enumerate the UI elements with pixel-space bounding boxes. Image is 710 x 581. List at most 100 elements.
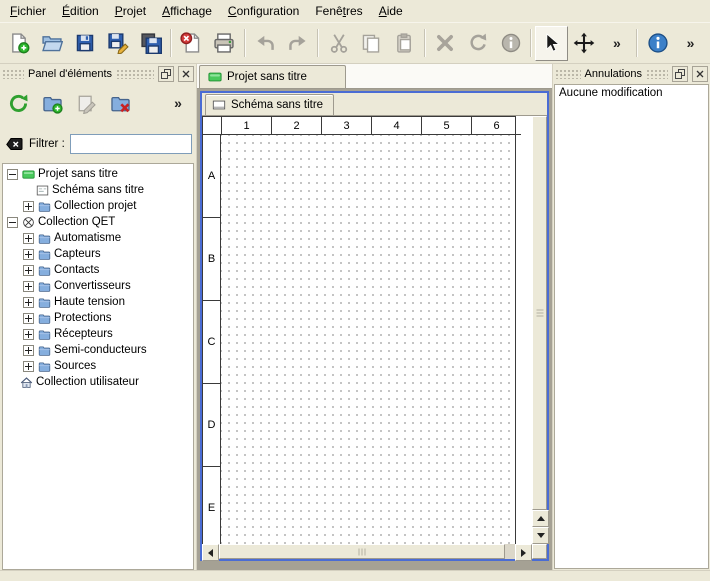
expand-icon[interactable] bbox=[23, 233, 34, 244]
reload-collections-button[interactable] bbox=[4, 89, 32, 117]
tree-item-label: Contacts bbox=[54, 264, 99, 276]
new-element-button[interactable] bbox=[38, 89, 66, 117]
expand-icon[interactable] bbox=[23, 249, 34, 260]
menu-configuration[interactable]: Configuration bbox=[220, 0, 307, 22]
redo-button[interactable] bbox=[281, 26, 314, 61]
float-panel-button[interactable] bbox=[158, 66, 174, 82]
close-panel-button[interactable] bbox=[178, 66, 194, 82]
scroll-left-button[interactable] bbox=[202, 544, 219, 561]
tree-item-contacts[interactable]: Contacts bbox=[3, 262, 193, 278]
menu-fenetres[interactable]: Fenêtres bbox=[307, 0, 370, 22]
diagram-canvas[interactable]: 1 2 3 4 5 6 A B C bbox=[202, 116, 532, 544]
dock-grip[interactable] bbox=[646, 69, 668, 79]
expand-icon[interactable] bbox=[23, 313, 34, 324]
tree-item-label: Automatisme bbox=[54, 232, 121, 244]
folder-icon bbox=[37, 231, 51, 245]
paste-button[interactable] bbox=[388, 26, 421, 61]
tree-item-automatisme[interactable]: Automatisme bbox=[3, 230, 193, 246]
delete-selection-button[interactable] bbox=[429, 26, 462, 61]
save-all-icon bbox=[140, 32, 162, 54]
toolbar-overflow-button[interactable]: » bbox=[601, 26, 634, 61]
tree-item-protections[interactable]: Protections bbox=[3, 310, 193, 326]
expand-icon[interactable] bbox=[23, 281, 34, 292]
panel-overflow-button[interactable]: » bbox=[164, 89, 192, 117]
menu-aide[interactable]: Aide bbox=[371, 0, 411, 22]
pan-mode-button[interactable] bbox=[568, 26, 601, 61]
filter-input[interactable] bbox=[70, 134, 192, 154]
tree-item-project[interactable]: Projet sans titre bbox=[3, 166, 193, 182]
about-qet-button[interactable] bbox=[641, 26, 674, 61]
window-overflow-button[interactable]: » bbox=[674, 26, 707, 61]
select-mode-button[interactable] bbox=[535, 26, 568, 61]
close-panel-button[interactable] bbox=[692, 66, 708, 82]
elements-panel-dock: Panel d'éléments » Filtrer : bbox=[0, 64, 197, 570]
scroll-up-button[interactable] bbox=[532, 510, 549, 527]
expand-icon[interactable] bbox=[23, 329, 34, 340]
rotate-selection-button[interactable] bbox=[461, 26, 494, 61]
tree-item-convertisseurs[interactable]: Convertisseurs bbox=[3, 278, 193, 294]
grid-dots-area[interactable] bbox=[221, 135, 515, 544]
scrollbar-corner bbox=[532, 544, 547, 559]
edit-element-button[interactable] bbox=[72, 89, 100, 117]
copy-button[interactable] bbox=[355, 26, 388, 61]
save-as-button[interactable] bbox=[101, 26, 134, 61]
expand-icon[interactable] bbox=[23, 361, 34, 372]
expand-icon[interactable] bbox=[23, 297, 34, 308]
scrollbar-track[interactable] bbox=[505, 544, 515, 559]
expand-icon[interactable] bbox=[23, 265, 34, 276]
tree-item-collection-qet[interactable]: Collection QET bbox=[3, 214, 193, 230]
menu-projet[interactable]: Projet bbox=[107, 0, 154, 22]
tree-item-haute-tension[interactable]: Haute tension bbox=[3, 294, 193, 310]
diagram-viewport: 1 2 3 4 5 6 A B C bbox=[202, 115, 547, 559]
print-button[interactable] bbox=[208, 26, 241, 61]
vertical-scrollbar[interactable] bbox=[532, 116, 547, 544]
new-document-button[interactable] bbox=[3, 26, 36, 61]
tree-item-sources[interactable]: Sources bbox=[3, 358, 193, 374]
elements-panel-toolbar: » bbox=[0, 84, 196, 122]
horizontal-scrollbar-thumb[interactable] bbox=[219, 544, 505, 559]
tree-item-semi-conducteurs[interactable]: Semi-conducteurs bbox=[3, 342, 193, 358]
tree-item-label: Protections bbox=[54, 312, 112, 324]
close-project-button[interactable] bbox=[175, 26, 208, 61]
delete-element-button[interactable] bbox=[106, 89, 134, 117]
save-all-button[interactable] bbox=[134, 26, 167, 61]
scroll-right-button[interactable] bbox=[515, 544, 532, 561]
undo-history-list[interactable]: Aucune modification bbox=[554, 84, 709, 569]
column-header: 3 bbox=[322, 117, 372, 135]
vertical-scrollbar-thumb[interactable] bbox=[532, 116, 547, 510]
undo-button[interactable] bbox=[249, 26, 282, 61]
cut-button[interactable] bbox=[322, 26, 355, 61]
home-icon bbox=[19, 375, 33, 389]
expand-icon[interactable] bbox=[23, 345, 34, 356]
dock-grip[interactable] bbox=[116, 69, 154, 79]
schema-tab[interactable]: Schéma sans titre bbox=[205, 94, 334, 115]
filter-label: Filtrer : bbox=[29, 138, 65, 150]
tree-item-recepteurs[interactable]: Récepteurs bbox=[3, 326, 193, 342]
collapse-icon[interactable] bbox=[7, 217, 18, 228]
tree-item-collection-utilisateur[interactable]: Collection utilisateur bbox=[3, 374, 193, 390]
menu-affichage[interactable]: Affichage bbox=[154, 0, 220, 22]
menu-fichier[interactable]: Fichier bbox=[2, 0, 54, 22]
project-tab[interactable]: Projet sans titre bbox=[199, 65, 346, 88]
diagram-info-button[interactable] bbox=[494, 26, 527, 61]
menu-edition[interactable]: Édition bbox=[54, 0, 107, 22]
toolbar-separator bbox=[424, 29, 426, 57]
tree-item-schema[interactable]: Schéma sans titre bbox=[3, 182, 193, 198]
undo-dock-titlebar[interactable]: Annulations bbox=[553, 64, 710, 84]
float-panel-button[interactable] bbox=[672, 66, 688, 82]
scroll-down-button[interactable] bbox=[532, 527, 549, 544]
dock-grip[interactable] bbox=[2, 69, 24, 79]
dock-grip[interactable] bbox=[555, 69, 581, 79]
open-project-button[interactable] bbox=[36, 26, 69, 61]
expand-icon[interactable] bbox=[23, 201, 34, 212]
tree-item-collection-projet[interactable]: Collection projet bbox=[3, 198, 193, 214]
clear-filter-button[interactable] bbox=[4, 135, 24, 153]
horizontal-scrollbar[interactable] bbox=[202, 544, 532, 559]
elements-panel-titlebar[interactable]: Panel d'éléments bbox=[0, 64, 196, 84]
qelectrotech-window: Fichier Édition Projet Affichage Configu… bbox=[0, 0, 710, 581]
tree-item-capteurs[interactable]: Capteurs bbox=[3, 246, 193, 262]
save-button[interactable] bbox=[69, 26, 102, 61]
collapse-icon[interactable] bbox=[7, 169, 18, 180]
tree-item-label: Convertisseurs bbox=[54, 280, 131, 292]
tree-item-label: Sources bbox=[54, 360, 96, 372]
